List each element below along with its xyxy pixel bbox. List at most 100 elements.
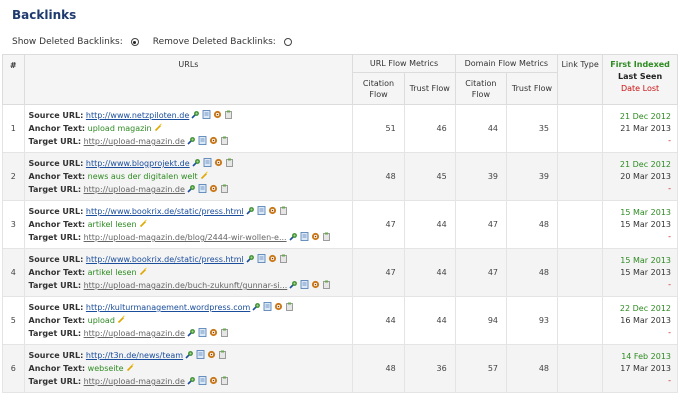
report-icon[interactable] [202, 110, 211, 119]
settings-icon[interactable] [213, 110, 222, 119]
anchor-text-line: Anchor Text: upload [29, 314, 353, 327]
settings-icon[interactable] [207, 350, 216, 359]
column-header-domain-flow: Domain Flow Metrics [454, 54, 559, 73]
bookmark-icon[interactable] [285, 302, 294, 311]
bookmark-icon[interactable] [220, 376, 229, 385]
site-explorer-icon[interactable] [187, 376, 196, 385]
site-explorer-icon[interactable] [246, 206, 255, 215]
bookmark-icon[interactable] [220, 328, 229, 337]
source-url-line: Source URL: http://t3n.de/news/team [29, 349, 353, 362]
domain-citation-flow-value: 39 [454, 152, 508, 201]
settings-icon[interactable] [274, 302, 283, 311]
last-seen-date: 15 Mar 2013 [620, 219, 671, 229]
first-indexed-date: 21 Dec 2012 [619, 111, 671, 121]
source-url-link[interactable]: http://www.bookrix.de/static/press.html [86, 207, 244, 216]
bookmark-icon[interactable] [224, 110, 233, 119]
edit-anchor-icon[interactable] [154, 123, 163, 132]
report-icon[interactable] [198, 328, 207, 337]
settings-icon[interactable] [311, 280, 320, 289]
row-number: 1 [2, 104, 25, 153]
domain-trust-flow-value: 48 [506, 200, 559, 249]
target-url-line: Target URL: http://upload-magazin.de [29, 375, 353, 388]
settings-icon[interactable] [214, 158, 223, 167]
domain-trust-flow-value: 48 [506, 344, 559, 393]
target-url-link[interactable]: http://upload-magazin.de [84, 137, 185, 146]
edit-anchor-icon[interactable] [139, 267, 148, 276]
target-url-link[interactable]: http://upload-magazin.de/blog/2444-wir-w… [84, 233, 287, 242]
settings-icon[interactable] [209, 328, 218, 337]
source-url-label: Source URL: [28, 303, 84, 312]
site-explorer-icon[interactable] [252, 302, 261, 311]
site-explorer-icon[interactable] [192, 158, 201, 167]
bookmark-icon[interactable] [220, 136, 229, 145]
report-icon[interactable] [300, 280, 309, 289]
date-lost-value: - [668, 279, 671, 289]
settings-icon[interactable] [209, 376, 218, 385]
bookmark-icon[interactable] [322, 280, 331, 289]
source-url-line: Source URL: http://www.netzpiloten.de [29, 109, 353, 122]
report-icon[interactable] [196, 350, 205, 359]
last-seen-date: 21 Mar 2013 [620, 123, 671, 133]
report-icon[interactable] [198, 184, 207, 193]
target-url-label: Target URL: [28, 329, 82, 338]
site-explorer-icon[interactable] [191, 110, 200, 119]
remove-deleted-label: Remove Deleted Backlinks: [152, 37, 276, 47]
show-deleted-radio[interactable] [130, 38, 139, 46]
link-type-value [557, 296, 604, 345]
source-url-link[interactable]: http://t3n.de/news/team [86, 351, 183, 360]
edit-anchor-icon[interactable] [117, 315, 126, 324]
site-explorer-icon[interactable] [187, 184, 196, 193]
site-explorer-icon[interactable] [187, 136, 196, 145]
bookmark-icon[interactable] [322, 232, 331, 241]
site-explorer-icon[interactable] [185, 350, 194, 359]
target-url-link[interactable]: http://upload-magazin.de [84, 377, 185, 386]
url-trust-flow-value: 45 [403, 152, 456, 201]
source-url-icons [244, 254, 288, 264]
settings-icon[interactable] [209, 136, 218, 145]
target-url-icons [287, 232, 331, 242]
settings-icon[interactable] [209, 184, 218, 193]
first-indexed-date: 22 Dec 2012 [619, 303, 671, 313]
url-citation-flow-value: 47 [352, 248, 405, 297]
edit-anchor-icon[interactable] [126, 363, 135, 372]
target-url-link[interactable]: http://upload-magazin.de [84, 329, 185, 338]
settings-icon[interactable] [268, 254, 277, 263]
site-explorer-icon[interactable] [187, 328, 196, 337]
source-url-link[interactable]: http://www.bookrix.de/static/press.html [86, 255, 244, 264]
site-explorer-icon[interactable] [289, 280, 298, 289]
bookmark-icon[interactable] [220, 184, 229, 193]
target-url-link[interactable]: http://upload-magazin.de [84, 185, 185, 194]
source-url-link[interactable]: http://www.blogprojekt.de [86, 159, 190, 168]
source-url-link[interactable]: http://kulturmanagement.wordpress.com [86, 303, 250, 312]
row-urls: Source URL: http://www.blogprojekt.de An… [23, 152, 354, 201]
bookmark-icon[interactable] [279, 206, 288, 215]
settings-icon[interactable] [311, 232, 320, 241]
source-url-icons [250, 302, 294, 312]
remove-deleted-radio[interactable] [283, 38, 292, 46]
report-icon[interactable] [198, 376, 207, 385]
anchor-text-value: news aus der digitalen welt [87, 172, 198, 181]
settings-icon[interactable] [268, 206, 277, 215]
source-url-label: Source URL: [28, 111, 84, 120]
date-lost-value: - [668, 183, 671, 193]
table-row: 3 Source URL: http://www.bookrix.de/stat… [2, 200, 678, 249]
bookmark-icon[interactable] [225, 158, 234, 167]
row-urls: Source URL: http://t3n.de/news/team Anch… [23, 344, 354, 393]
source-url-link[interactable]: http://www.netzpiloten.de [86, 111, 189, 120]
site-explorer-icon[interactable] [289, 232, 298, 241]
report-icon[interactable] [257, 206, 266, 215]
first-indexed-date: 15 Mar 2013 [620, 207, 671, 217]
report-icon[interactable] [198, 136, 207, 145]
report-icon[interactable] [203, 158, 212, 167]
row-urls: Source URL: http://www.bookrix.de/static… [23, 248, 354, 297]
edit-anchor-icon[interactable] [139, 219, 148, 228]
target-url-link[interactable]: http://upload-magazin.de/buch-zukunft/gu… [84, 281, 288, 290]
site-explorer-icon[interactable] [246, 254, 255, 263]
table-row: 5 Source URL: http://kulturmanagement.wo… [2, 296, 678, 345]
bookmark-icon[interactable] [279, 254, 288, 263]
bookmark-icon[interactable] [218, 350, 227, 359]
edit-anchor-icon[interactable] [200, 171, 209, 180]
report-icon[interactable] [300, 232, 309, 241]
report-icon[interactable] [263, 302, 272, 311]
report-icon[interactable] [257, 254, 266, 263]
